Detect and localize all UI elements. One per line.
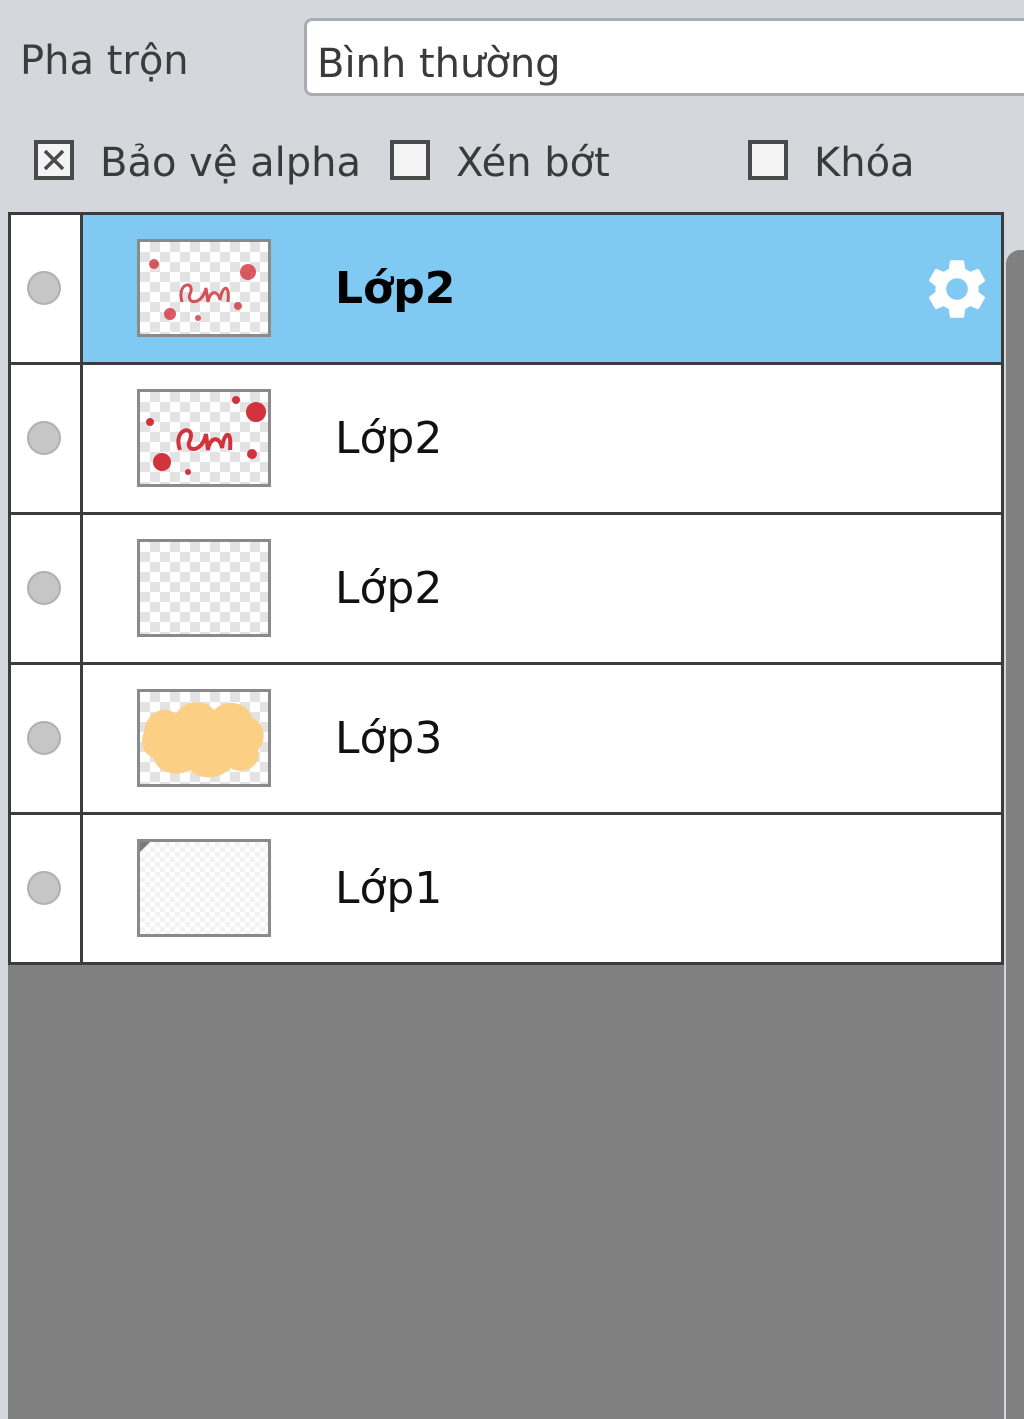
layer-row-main[interactable]: Lớp3 — [83, 665, 1001, 812]
layer-thumbnail — [137, 239, 271, 337]
protect-alpha-box[interactable] — [34, 140, 74, 180]
layer-name: Lớp2 — [335, 263, 456, 314]
layer-row-main[interactable]: Lớp2 — [83, 515, 1001, 662]
clip-label: Xén bớt — [456, 140, 610, 186]
layer-thumbnail — [137, 539, 271, 637]
red-lettering-thumbnail-icon — [149, 259, 256, 321]
lock-label: Khóa — [814, 140, 915, 186]
visibility-cell[interactable] — [11, 215, 83, 362]
lock-checkbox[interactable]: Khóa — [748, 138, 928, 190]
layer-list-empty-area — [8, 965, 1004, 1419]
layer-thumbnail — [137, 839, 271, 937]
layer-row[interactable]: Lớp2 — [11, 515, 1001, 665]
layer-row[interactable]: Lớp1 — [11, 815, 1001, 965]
layer-row[interactable]: Lớp3 — [11, 665, 1001, 815]
layer-thumbnail — [137, 689, 271, 787]
visibility-dot-icon[interactable] — [27, 871, 61, 905]
x-check-icon — [43, 149, 65, 171]
layer-row-main[interactable]: Lớp2 — [83, 215, 1001, 362]
clip-box[interactable] — [390, 140, 430, 180]
layer-row-main[interactable]: Lớp2 — [83, 365, 1001, 512]
lock-box[interactable] — [748, 140, 788, 180]
visibility-cell[interactable] — [11, 665, 83, 812]
layer-row[interactable]: Lớp2 — [11, 365, 1001, 515]
protect-alpha-checkbox[interactable]: Bảo vệ alpha — [34, 138, 361, 190]
visibility-cell[interactable] — [11, 515, 83, 662]
layer-name: Lớp3 — [335, 713, 443, 764]
layer-row[interactable]: Lớp2 — [11, 215, 1001, 365]
visibility-dot-icon[interactable] — [27, 421, 61, 455]
blank-layer-thumbnail-icon — [140, 842, 268, 934]
red-lettering-thumbnail-icon — [146, 396, 266, 475]
layer-name: Lớp1 — [335, 863, 443, 914]
peach-blob-thumbnail-icon — [142, 702, 264, 778]
protect-alpha-label: Bảo vệ alpha — [100, 140, 362, 186]
gear-icon[interactable] — [921, 253, 993, 325]
clip-checkbox[interactable]: Xén bớt — [390, 138, 620, 190]
visibility-cell[interactable] — [11, 815, 83, 962]
layer-thumbnail — [137, 389, 271, 487]
blend-mode-select[interactable]: Bình thường — [304, 18, 1024, 96]
visibility-cell[interactable] — [11, 365, 83, 512]
visibility-dot-icon[interactable] — [27, 721, 61, 755]
layer-row-main[interactable]: Lớp1 — [83, 815, 1001, 962]
layer-name: Lớp2 — [335, 413, 443, 464]
visibility-dot-icon[interactable] — [27, 571, 61, 605]
blend-mode-label: Pha trộn — [20, 38, 189, 84]
visibility-dot-icon[interactable] — [27, 271, 61, 305]
layer-name: Lớp2 — [335, 563, 443, 614]
layer-list: Lớp2 Lớp2 Lớp2 Lớp3 Lớp1 — [8, 212, 1004, 965]
scrollbar-track[interactable] — [1006, 250, 1024, 1419]
blend-mode-value: Bình thường — [317, 41, 561, 87]
